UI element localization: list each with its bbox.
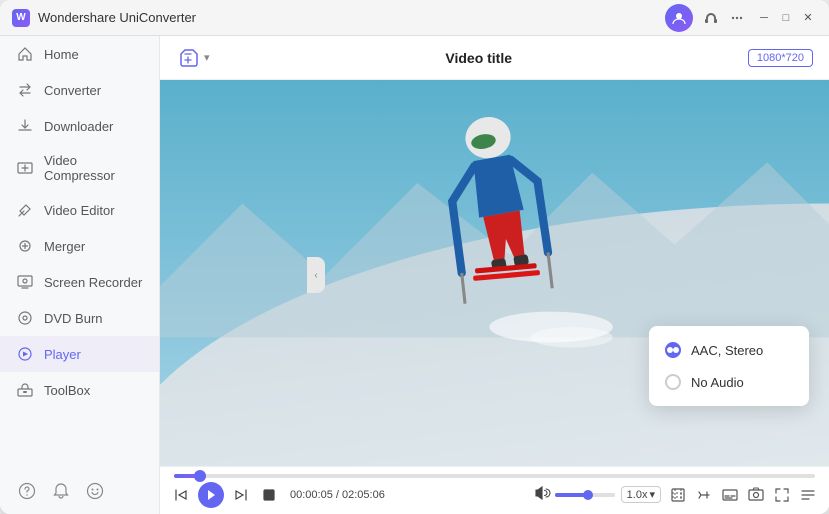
- aac-stereo-label: AAC, Stereo: [691, 343, 763, 358]
- screen-recorder-icon: [16, 273, 34, 291]
- sidebar-item-home-label: Home: [44, 47, 79, 62]
- minimize-button[interactable]: ─: [755, 9, 773, 27]
- sidebar-item-downloader-label: Downloader: [44, 119, 113, 134]
- sidebar-item-merger[interactable]: Merger: [0, 228, 159, 264]
- progress-bar-container: [160, 474, 829, 478]
- app-window: W Wondershare UniConverter: [0, 0, 829, 514]
- add-media-button[interactable]: ▾: [176, 46, 210, 70]
- progress-thumb[interactable]: [194, 470, 206, 482]
- title-bar: W Wondershare UniConverter: [0, 0, 829, 36]
- skip-forward-button[interactable]: [230, 484, 252, 506]
- no-audio-radio[interactable]: [665, 374, 681, 390]
- title-bar-right: ─ □ ✕: [665, 4, 817, 32]
- audio-track-button[interactable]: [693, 484, 715, 506]
- audio-option-aac-stereo[interactable]: AAC, Stereo: [649, 334, 809, 366]
- window-controls: ─ □ ✕: [755, 9, 817, 27]
- sidebar-item-downloader[interactable]: Downloader: [0, 108, 159, 144]
- header-left: ▾: [176, 46, 210, 70]
- help-icon[interactable]: [16, 480, 38, 502]
- maximize-button[interactable]: □: [777, 9, 795, 27]
- volume-icon[interactable]: [535, 485, 551, 504]
- sidebar-item-video-compressor[interactable]: Video Compressor: [0, 144, 159, 192]
- merger-icon: [16, 237, 34, 255]
- controls-row: 00:00:05 / 02:05:06: [160, 482, 829, 508]
- volume-track[interactable]: [555, 493, 615, 497]
- add-button-arrow: ▾: [204, 51, 210, 64]
- video-title: Video title: [445, 50, 512, 66]
- audio-option-no-audio[interactable]: No Audio: [649, 366, 809, 398]
- progress-track[interactable]: [174, 474, 815, 478]
- headset-icon[interactable]: [703, 10, 719, 26]
- sidebar-item-dvd-burn-label: DVD Burn: [44, 311, 103, 326]
- volume-area: [535, 485, 615, 504]
- time-display: 00:00:05 / 02:05:06: [290, 489, 385, 501]
- sidebar-item-screen-recorder[interactable]: Screen Recorder: [0, 264, 159, 300]
- sidebar-item-video-editor-label: Video Editor: [44, 203, 115, 218]
- aac-stereo-radio[interactable]: [665, 342, 681, 358]
- sidebar-item-merger-label: Merger: [44, 239, 85, 254]
- sidebar-item-video-editor[interactable]: Video Editor: [0, 192, 159, 228]
- home-icon: [16, 45, 34, 63]
- sidebar-item-toolbox-label: ToolBox: [44, 383, 90, 398]
- dvd-burn-icon: [16, 309, 34, 327]
- video-background: [160, 80, 829, 466]
- player-icon: [16, 345, 34, 363]
- no-audio-label: No Audio: [691, 375, 744, 390]
- sidebar-item-home[interactable]: Home: [0, 36, 159, 72]
- audio-dropdown: AAC, Stereo No Audio: [649, 326, 809, 406]
- video-area: AAC, Stereo No Audio: [160, 80, 829, 466]
- screenshot-button[interactable]: [745, 484, 767, 506]
- sidebar-item-dvd-burn[interactable]: DVD Burn: [0, 300, 159, 336]
- sidebar-item-toolbox[interactable]: ToolBox: [0, 372, 159, 408]
- content-header: ▾ Video title 1080*720: [160, 36, 829, 80]
- feedback-icon[interactable]: [84, 480, 106, 502]
- user-avatar-icon[interactable]: [665, 4, 693, 32]
- app-title: Wondershare UniConverter: [38, 10, 196, 25]
- fullscreen-button[interactable]: [771, 484, 793, 506]
- title-bar-left: W Wondershare UniConverter: [12, 9, 196, 27]
- video-editor-icon: [16, 201, 34, 219]
- playlist-button[interactable]: [797, 484, 819, 506]
- sidebar-item-video-compressor-label: Video Compressor: [44, 153, 143, 183]
- sidebar-item-converter[interactable]: Converter: [0, 72, 159, 108]
- close-button[interactable]: ✕: [799, 9, 817, 27]
- resolution-badge[interactable]: 1080*720: [748, 49, 813, 67]
- stop-button[interactable]: [258, 484, 280, 506]
- converter-icon: [16, 81, 34, 99]
- video-compressor-icon: [16, 159, 34, 177]
- sidebar-item-player-label: Player: [44, 347, 81, 362]
- sidebar: Home Converter Downloader: [0, 36, 160, 514]
- sidebar-item-player[interactable]: Player: [0, 336, 159, 372]
- sidebar-item-converter-label: Converter: [44, 83, 101, 98]
- volume-thumb[interactable]: [583, 490, 593, 500]
- notifications-icon[interactable]: [50, 480, 72, 502]
- subtitle-button[interactable]: [719, 484, 741, 506]
- sidebar-item-screen-recorder-label: Screen Recorder: [44, 275, 142, 290]
- content-area: ▾ Video title 1080*720: [160, 36, 829, 514]
- skip-back-button[interactable]: [170, 484, 192, 506]
- speed-arrow: ▾: [649, 488, 655, 501]
- play-button[interactable]: [198, 482, 224, 508]
- app-logo: W: [12, 9, 30, 27]
- sidebar-bottom: [0, 468, 159, 514]
- crop-button[interactable]: [667, 484, 689, 506]
- player-controls: 00:00:05 / 02:05:06: [160, 466, 829, 514]
- downloader-icon: [16, 117, 34, 135]
- menu-icon[interactable]: [729, 10, 745, 26]
- main-layout: Home Converter Downloader: [0, 36, 829, 514]
- toolbox-icon: [16, 381, 34, 399]
- sidebar-collapse-button[interactable]: ‹: [307, 257, 325, 293]
- right-controls: [667, 484, 819, 506]
- speed-button[interactable]: 1.0x ▾: [621, 486, 661, 503]
